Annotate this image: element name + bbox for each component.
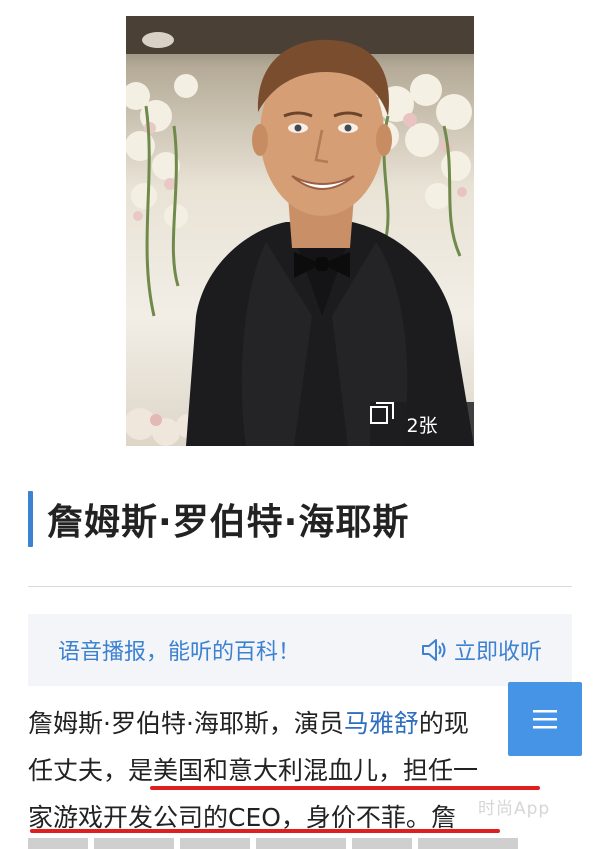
speaker-icon — [421, 639, 446, 661]
intro-line-3-text: 家游戏开发公司的CEO，身价不菲。 — [28, 803, 431, 832]
audio-prompt: 语音播报，能听的百科！ — [58, 640, 301, 665]
entry-title: 詹姆斯·罗伯特·海耶斯 — [47, 502, 410, 543]
floating-menu-button[interactable] — [508, 682, 582, 756]
spouse-link[interactable]: 马雅舒 — [344, 709, 419, 738]
title-accent-bar — [28, 491, 33, 547]
annotation-underline-1 — [150, 786, 540, 790]
watermark: 时尚App — [478, 799, 551, 819]
listen-now-label: 立即收听 — [453, 640, 542, 665]
portrait-photo[interactable]: 2张 — [126, 16, 474, 446]
portrait-illustration — [126, 16, 474, 446]
divider — [28, 586, 572, 587]
cut-off-text-line — [28, 838, 568, 849]
annotation-underline-2 — [30, 829, 500, 833]
menu-icon — [533, 710, 557, 729]
listen-now-button[interactable]: 立即收听 — [420, 634, 542, 666]
intro-line-1-tail: 的现 — [418, 709, 469, 738]
intro-line-3-tail: 詹 — [430, 803, 456, 832]
audio-broadcast-bar[interactable]: 语音播报，能听的百科！ 立即收听 — [28, 614, 572, 686]
entry-title-block: 詹姆斯·罗伯特·海耶斯 — [28, 490, 409, 548]
photo-count-badge[interactable]: 2张 — [370, 402, 474, 446]
photo-count-label: 2张 — [406, 414, 438, 437]
intro-line-1-text: 詹姆斯·罗伯特·海耶斯，演员 — [28, 709, 344, 738]
gallery-icon — [370, 402, 394, 424]
